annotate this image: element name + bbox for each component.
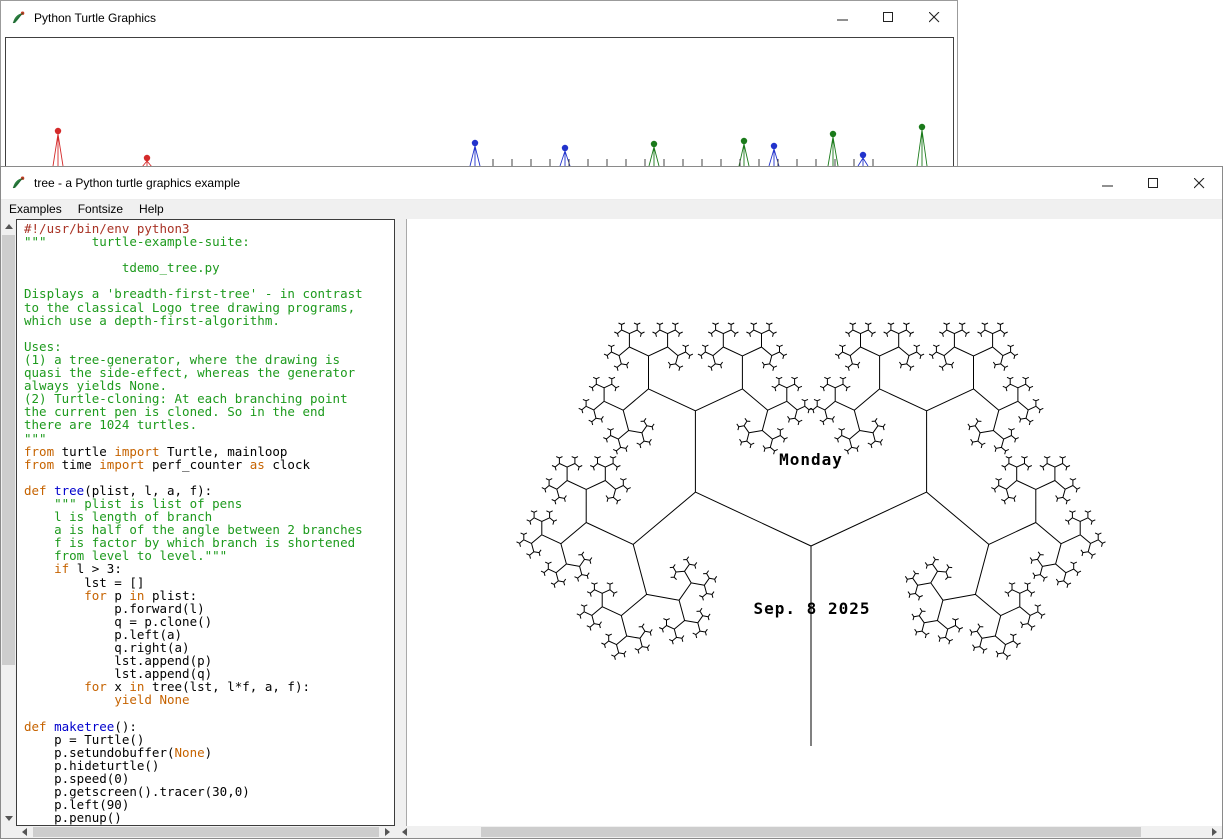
fg-maximize-button[interactable] bbox=[1130, 167, 1176, 200]
canvas-hscroll-thumb[interactable] bbox=[481, 827, 1141, 837]
scroll-down-button[interactable] bbox=[1, 811, 16, 826]
canvas-horizontal-scrollbar[interactable] bbox=[397, 826, 1222, 838]
source-code-pane[interactable]: #!/usr/bin/env python3""" turtle-example… bbox=[16, 219, 395, 826]
canvas-text-monday: Monday bbox=[779, 450, 843, 469]
vertical-scroll-thumb[interactable] bbox=[2, 235, 15, 665]
fg-titlebar: tree - a Python turtle graphics example bbox=[1, 167, 1222, 200]
arrow-down-icon bbox=[5, 816, 13, 821]
menu-fontsize[interactable]: Fontsize bbox=[70, 200, 131, 218]
fg-close-button[interactable] bbox=[1176, 167, 1222, 200]
app-icon bbox=[10, 10, 26, 26]
pane-sash[interactable] bbox=[395, 219, 406, 826]
scroll-left-button[interactable] bbox=[397, 826, 412, 838]
canvas-text-sep-8-2025: Sep. 8 2025 bbox=[754, 599, 871, 618]
app-icon bbox=[10, 175, 26, 191]
arrow-up-icon bbox=[5, 224, 13, 229]
fg-minimize-button[interactable] bbox=[1084, 167, 1130, 200]
scroll-right-button[interactable] bbox=[380, 826, 395, 838]
bg-window-title: Python Turtle Graphics bbox=[34, 11, 156, 25]
window-content: #!/usr/bin/env python3""" turtle-example… bbox=[1, 219, 1222, 838]
arrow-right-icon bbox=[1212, 828, 1217, 836]
scroll-right-button[interactable] bbox=[1207, 826, 1222, 838]
turtle-canvas: Monday Sep. 8 2025 bbox=[406, 219, 1222, 826]
menu-examples[interactable]: Examples bbox=[1, 200, 70, 218]
scrollbar-corner bbox=[1, 826, 17, 838]
menubar: Examples Fontsize Help bbox=[1, 200, 1222, 218]
menu-help[interactable]: Help bbox=[131, 200, 172, 218]
code-horizontal-scrollbar[interactable] bbox=[17, 826, 395, 838]
code-hscroll-thumb[interactable] bbox=[33, 827, 379, 837]
arrow-right-icon bbox=[385, 828, 390, 836]
bg-titlebar: Python Turtle Graphics bbox=[1, 1, 957, 34]
fractal-tree-path bbox=[517, 323, 1106, 746]
scroll-up-button[interactable] bbox=[1, 219, 16, 234]
bg-close-button[interactable] bbox=[911, 1, 957, 34]
tree-drawing bbox=[407, 219, 1222, 826]
tree-demo-window: tree - a Python turtle graphics example … bbox=[0, 166, 1223, 839]
code-vertical-scrollbar[interactable] bbox=[1, 219, 16, 826]
bg-minimize-button[interactable] bbox=[819, 1, 865, 34]
bg-maximize-button[interactable] bbox=[865, 1, 911, 34]
scroll-left-button[interactable] bbox=[17, 826, 32, 838]
code-text: #!/usr/bin/env python3""" turtle-example… bbox=[17, 220, 394, 826]
arrow-left-icon bbox=[402, 828, 407, 836]
arrow-left-icon bbox=[22, 828, 27, 836]
fg-window-title: tree - a Python turtle graphics example bbox=[34, 176, 240, 190]
